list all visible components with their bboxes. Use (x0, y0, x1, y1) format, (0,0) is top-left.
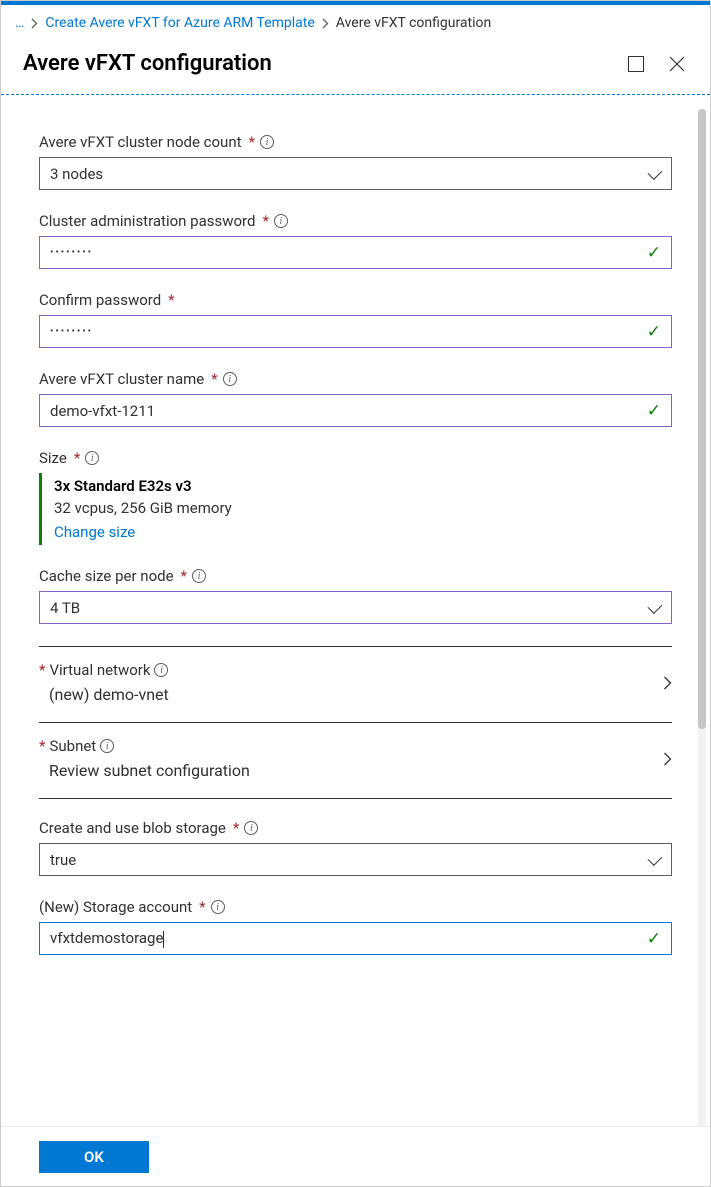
size-subtitle: 32 vcpus, 256 GiB memory (54, 499, 672, 517)
storage-account-input[interactable]: vfxtdemostorage ✓ (39, 922, 672, 955)
info-icon[interactable]: i (85, 451, 99, 465)
chevron-down-icon (649, 602, 661, 614)
info-icon[interactable]: i (100, 739, 114, 753)
cluster-name-label: Avere vFXT cluster name*i (39, 370, 672, 388)
breadcrumb: … Create Avere vFXT for Azure ARM Templa… (1, 5, 710, 41)
storage-account-label: (New) Storage account*i (39, 898, 672, 916)
info-icon[interactable]: i (244, 821, 258, 835)
info-icon[interactable]: i (223, 372, 237, 386)
breadcrumb-parent[interactable]: Create Avere vFXT for Azure ARM Template (45, 15, 314, 31)
info-icon[interactable]: i (260, 135, 274, 149)
footer: OK (1, 1126, 710, 1186)
cache-size-select[interactable]: 4 TB (39, 591, 672, 624)
size-label: Size*i (39, 449, 672, 467)
text-cursor (163, 931, 164, 948)
node-count-select[interactable]: 3 nodes (39, 157, 672, 190)
info-icon[interactable]: i (154, 663, 168, 677)
chevron-down-icon (649, 168, 661, 180)
divider (39, 722, 672, 723)
change-size-link[interactable]: Change size (54, 523, 672, 541)
virtual-network-value: (new) demo-vnet (39, 685, 663, 704)
admin-password-label: Cluster administration password*i (39, 212, 672, 230)
page-title: Avere vFXT configuration (23, 51, 628, 76)
info-icon[interactable]: i (274, 214, 288, 228)
form-scroll-area: Avere vFXT cluster node count*i 3 nodes … (1, 109, 694, 1126)
cache-size-label: Cache size per node*i (39, 567, 672, 585)
checkmark-icon: ✓ (647, 929, 661, 949)
confirm-password-input[interactable]: •••••••• ✓ (39, 315, 672, 348)
confirm-password-label: Confirm password* (39, 291, 672, 309)
blob-storage-label: Create and use blob storage*i (39, 819, 672, 837)
chevron-down-icon (649, 854, 661, 866)
breadcrumb-current: Avere vFXT configuration (336, 15, 491, 31)
cluster-name-input[interactable]: demo-vfxt-1211 ✓ (39, 394, 672, 427)
divider (39, 646, 672, 647)
breadcrumb-more[interactable]: … (15, 15, 24, 31)
checkmark-icon: ✓ (647, 243, 661, 263)
divider (39, 798, 672, 799)
size-title: 3x Standard E32s v3 (54, 477, 672, 495)
blade-header: Avere vFXT configuration (1, 41, 710, 95)
chevron-right-icon (663, 752, 672, 766)
ok-button[interactable]: OK (39, 1141, 149, 1173)
chevron-right-icon (322, 18, 329, 29)
size-card: 3x Standard E32s v3 32 vcpus, 256 GiB me… (39, 473, 672, 545)
checkmark-icon: ✓ (647, 322, 661, 342)
subnet-row[interactable]: *Subneti Review subnet configuration (39, 737, 672, 780)
virtual-network-row[interactable]: *Virtual networki (new) demo-vnet (39, 661, 672, 704)
subnet-value: Review subnet configuration (39, 761, 663, 780)
close-icon[interactable] (666, 53, 688, 75)
node-count-label: Avere vFXT cluster node count*i (39, 133, 672, 151)
info-icon[interactable]: i (211, 900, 225, 914)
scrollbar-thumb[interactable] (698, 109, 706, 729)
chevron-right-icon (663, 676, 672, 690)
dock-icon[interactable] (628, 56, 644, 72)
admin-password-input[interactable]: •••••••• ✓ (39, 236, 672, 269)
checkmark-icon: ✓ (647, 401, 661, 421)
chevron-right-icon (31, 18, 38, 29)
blob-storage-select[interactable]: true (39, 843, 672, 876)
info-icon[interactable]: i (192, 569, 206, 583)
